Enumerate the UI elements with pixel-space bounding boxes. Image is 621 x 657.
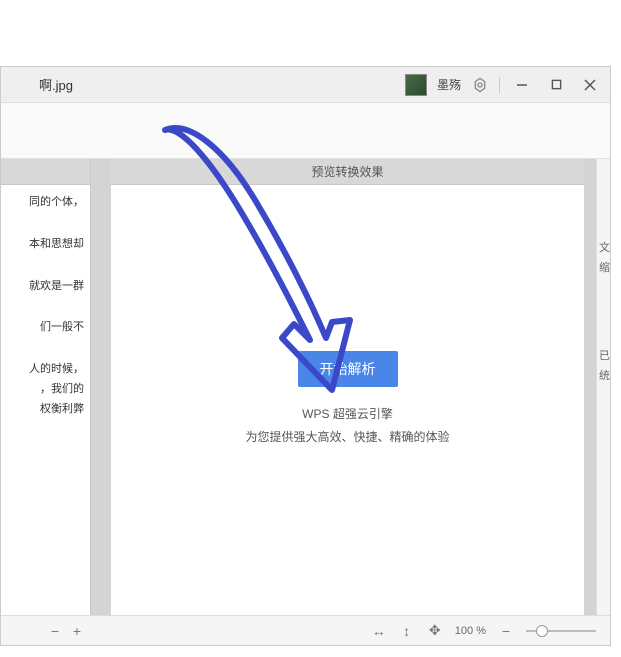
titlebar: 啊.jpg 墨殇 xyxy=(1,67,610,103)
start-parse-button[interactable]: 开始解析 xyxy=(298,351,398,387)
minus-icon[interactable]: − xyxy=(47,623,63,639)
engine-line-2: 为您提供强大高效、快捷、精确的体验 xyxy=(245,426,449,449)
zoom-out-icon[interactable]: − xyxy=(498,623,514,639)
fit-width-icon[interactable]: ↔ xyxy=(371,623,387,639)
username-label[interactable]: 墨殇 xyxy=(437,76,461,93)
doc-text: 同的个体， xyxy=(1,193,84,213)
divider xyxy=(499,77,500,93)
doc-text: 本和思想却 xyxy=(1,235,84,255)
zoom-level: 100 % xyxy=(455,625,486,637)
status-left: − + xyxy=(1,623,91,639)
move-icon[interactable]: ✥ xyxy=(427,623,443,639)
maximize-button[interactable] xyxy=(544,73,568,97)
doc-text: 就欢是一群 xyxy=(1,277,84,297)
preview-canvas: 开始解析 WPS 超强云引擎 为您提供强大高效、快捷、精确的体验 xyxy=(111,185,584,615)
tab-filename[interactable]: 啊.jpg xyxy=(9,75,73,94)
minimize-button[interactable] xyxy=(510,73,534,97)
close-button[interactable] xyxy=(578,73,602,97)
engine-description: WPS 超强云引擎 为您提供强大高效、快捷、精确的体验 xyxy=(245,403,449,449)
doc-text: 们一般不 xyxy=(1,318,84,338)
sidebar-label: 统 xyxy=(599,367,610,383)
right-sidebar: 文档 缩 已 统 xyxy=(596,159,610,615)
sidebar-label: 缩 xyxy=(599,259,610,275)
engine-line-1: WPS 超强云引擎 xyxy=(245,403,449,426)
sidebar-label: 已 xyxy=(599,347,610,363)
avatar[interactable] xyxy=(405,74,427,96)
zoom-slider[interactable] xyxy=(526,630,596,632)
left-panel-header xyxy=(1,159,90,185)
sidebar-label: 文档 xyxy=(599,239,610,255)
zoom-slider-thumb[interactable] xyxy=(536,625,548,637)
right-panel: 预览转换效果 开始解析 WPS 超强云引擎 为您提供强大高效、快捷、精确的体验 xyxy=(111,159,584,615)
left-panel: 同的个体， 本和思想却 就欢是一群 们一般不 人的时候， ，我们的 权衡利弊 xyxy=(1,159,91,615)
titlebar-controls: 墨殇 xyxy=(405,73,602,97)
app-window: 啊.jpg 墨殇 同的个体， 本和思想却 xyxy=(0,66,611,646)
crown-icon[interactable] xyxy=(471,76,489,94)
status-right: ↔ ↕ ✥ 100 % − xyxy=(91,623,610,639)
fit-height-icon[interactable]: ↕ xyxy=(399,623,415,639)
source-document: 同的个体， 本和思想却 就欢是一群 们一般不 人的时候， ，我们的 权衡利弊 xyxy=(1,185,90,615)
preview-header: 预览转换效果 xyxy=(111,159,584,185)
plus-icon[interactable]: + xyxy=(69,623,85,639)
statusbar: − + ↔ ↕ ✥ 100 % − xyxy=(1,615,610,645)
content-row: 同的个体， 本和思想却 就欢是一群 们一般不 人的时候， ，我们的 权衡利弊 预… xyxy=(1,159,610,615)
doc-text: 人的时候， ，我们的 权衡利弊 xyxy=(1,360,84,419)
toolbar xyxy=(1,103,610,159)
